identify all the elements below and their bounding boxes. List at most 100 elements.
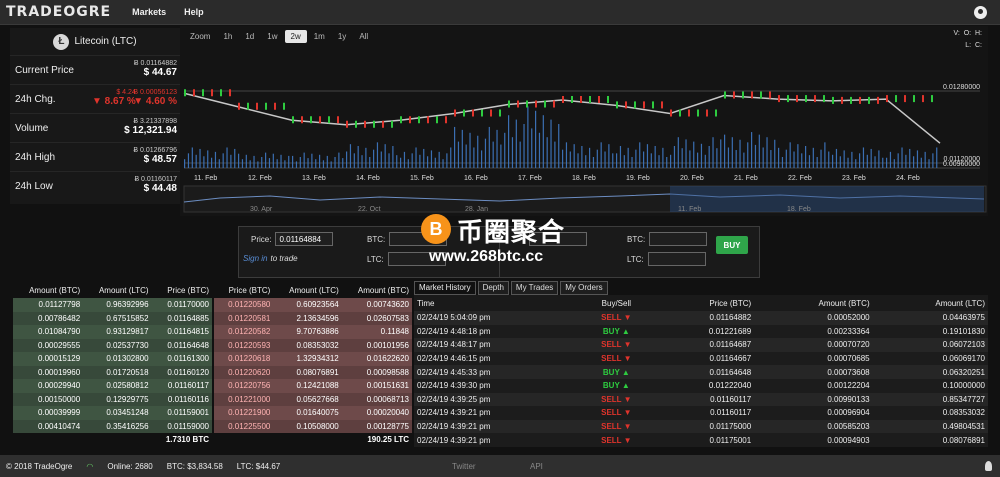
buy-order-row[interactable]: 0.00410474 0.35416256 0.01159000 bbox=[13, 419, 212, 433]
buy-order-row[interactable]: 0.00029940 0.02580812 0.01160117 bbox=[13, 379, 212, 393]
volume-bar bbox=[704, 154, 706, 168]
navigator-tick-label: 30. Apr bbox=[250, 206, 273, 213]
lightbulb-icon[interactable] bbox=[985, 461, 992, 471]
volume-bar bbox=[859, 153, 861, 168]
volume-bar bbox=[731, 137, 733, 168]
trade-row: 02/24/19 5:04:09 pm SELL ▼ 0.01164882 0.000… bbox=[414, 311, 988, 325]
volume-bar bbox=[504, 132, 506, 168]
volume-bar bbox=[357, 146, 359, 168]
price-label: Price: bbox=[251, 234, 272, 244]
buy-order-row[interactable]: 0.00029555 0.02537730 0.01164648 bbox=[13, 338, 212, 352]
sell-order-row[interactable]: 0.01221900 0.01640075 0.00020040 bbox=[214, 406, 412, 420]
candle bbox=[517, 100, 519, 108]
nav-help[interactable]: Help bbox=[175, 7, 213, 17]
buy-order-row[interactable]: 0.01127798 0.96392996 0.01170000 bbox=[13, 298, 212, 312]
volume-bar bbox=[585, 155, 587, 168]
date-tick-label: 13. Feb bbox=[302, 175, 326, 182]
volume-bar bbox=[847, 157, 849, 168]
candle bbox=[643, 101, 645, 109]
candle bbox=[247, 102, 249, 110]
site-logo[interactable]: TRADEOGRE bbox=[0, 4, 123, 20]
signin-link[interactable]: Sign in bbox=[243, 254, 267, 263]
volume-bar bbox=[376, 142, 379, 168]
user-icon[interactable] bbox=[974, 6, 987, 19]
stat-label: Current Price bbox=[15, 64, 74, 76]
cell: 0.01164882 bbox=[709, 313, 752, 323]
copyright: © 2018 TradeOgre bbox=[6, 461, 73, 471]
sell-order-row[interactable]: 0.01225500 0.10508000 0.00128775 bbox=[214, 419, 412, 433]
buy-order-row[interactable]: 0.00786482 0.67515852 0.01164885 bbox=[13, 311, 212, 325]
volume-bar bbox=[673, 146, 676, 168]
sell-order-row[interactable]: 0.01220580 0.60923564 0.00743620 bbox=[214, 298, 412, 312]
sell-order-row[interactable]: 0.01220618 1.32934312 0.01622620 bbox=[214, 352, 412, 366]
price-input[interactable] bbox=[275, 232, 334, 246]
buy-button[interactable]: BUY bbox=[716, 236, 748, 254]
volume-bar bbox=[477, 135, 479, 168]
nav-markets[interactable]: Markets bbox=[123, 7, 175, 17]
volume-bar bbox=[685, 139, 687, 168]
buy-order-row[interactable]: 0.00150000 0.12929775 0.01160116 bbox=[13, 392, 212, 406]
trade-row: 02/24/19 4:46:15 pm SELL ▼ 0.01164667 0.000… bbox=[414, 351, 988, 366]
cell: 0.00029555 bbox=[37, 340, 81, 350]
cell: 9.70763886 bbox=[296, 327, 339, 337]
volume-bar bbox=[461, 129, 463, 168]
cell: 0.01220582 bbox=[228, 327, 271, 337]
volume-bar bbox=[616, 153, 618, 168]
trade-row: 02/24/19 4:39:21 pm SELL ▼ 0.01175001 0.000… bbox=[414, 433, 988, 447]
volume-bar bbox=[658, 155, 660, 168]
volume-bar bbox=[612, 153, 614, 168]
date-tick-label: 18. Feb bbox=[572, 175, 596, 182]
cell: 0.01225500 bbox=[228, 421, 271, 431]
sell-order-row[interactable]: 0.01220581 2.13634596 0.02607583 bbox=[214, 311, 412, 325]
sell-order-row[interactable]: 0.01220620 0.08076891 0.00098588 bbox=[214, 365, 412, 379]
twitter-link[interactable]: Twitter bbox=[452, 462, 476, 471]
volume-bar bbox=[438, 151, 440, 168]
column-header: Price (BTC) bbox=[167, 286, 209, 295]
coin-name: Litecoin (LTC) bbox=[74, 36, 137, 47]
buy-order-row[interactable]: 0.00015129 0.01302800 0.01161300 bbox=[13, 352, 212, 366]
candle bbox=[301, 116, 303, 124]
cell: 0.10508000 bbox=[296, 421, 339, 431]
cell: 0.01084790 bbox=[37, 327, 81, 337]
sell-btc-input[interactable] bbox=[649, 232, 708, 246]
cell: 02/24/19 4:48:17 pm bbox=[417, 340, 491, 350]
tab-my-trades[interactable]: My Trades bbox=[510, 281, 559, 295]
volume-bar bbox=[542, 115, 544, 168]
volume-bar bbox=[889, 151, 892, 168]
volume-bar bbox=[855, 159, 857, 168]
candle bbox=[238, 102, 240, 110]
cell: 0.00151631 bbox=[366, 381, 409, 391]
candle bbox=[706, 109, 708, 117]
online-count: Online: 2680 bbox=[107, 461, 153, 471]
api-link[interactable]: API bbox=[530, 462, 543, 471]
tab-my-orders[interactable]: My Orders bbox=[560, 281, 608, 295]
volume-bar bbox=[400, 157, 402, 168]
cell: 0.01170000 bbox=[167, 300, 209, 310]
candle bbox=[580, 96, 582, 103]
tab-market-history[interactable]: Market History bbox=[414, 281, 476, 295]
candle bbox=[499, 109, 501, 117]
sell-ltc-input[interactable] bbox=[647, 252, 706, 266]
sell-order-row[interactable]: 0.01220593 0.08353032 0.00101956 bbox=[214, 338, 412, 352]
buy-order-row[interactable]: 0.00039999 0.03451248 0.01159001 bbox=[13, 406, 212, 420]
chart-canvas[interactable]: 0.012800000.011200000.0096000011. Feb 12.… bbox=[180, 26, 988, 216]
volume-bar bbox=[292, 155, 294, 168]
volume-bar bbox=[797, 144, 799, 168]
volume-bar bbox=[635, 149, 637, 168]
volume-bar bbox=[554, 141, 556, 168]
sell-order-row[interactable]: 0.01220582 9.70763886 0.11848 bbox=[214, 325, 412, 339]
buy-order-row[interactable]: 0.01084790 0.93129817 0.01164815 bbox=[13, 325, 212, 339]
volume-bar bbox=[442, 159, 444, 168]
cell: 0.01221000 bbox=[228, 394, 271, 404]
cell: 0.01160117 bbox=[710, 408, 752, 418]
tab-depth[interactable]: Depth bbox=[477, 281, 509, 295]
column-header: Amount (BTC) bbox=[29, 286, 81, 295]
buy-order-row[interactable]: 0.00019960 0.01720518 0.01160120 bbox=[13, 365, 212, 379]
candle bbox=[625, 101, 627, 109]
volume-bar bbox=[700, 143, 703, 168]
sell-order-row[interactable]: 0.01221000 0.05627668 0.00068713 bbox=[214, 392, 412, 406]
cell: 0.01175000 bbox=[709, 422, 752, 432]
sell-order-row[interactable]: 0.01220756 0.12421088 0.00151631 bbox=[214, 379, 412, 393]
price-chart[interactable]: Zoom 1h 1d 1w 2w 1m 1y All V: O: H: L: C… bbox=[180, 26, 988, 216]
candle bbox=[427, 116, 429, 124]
